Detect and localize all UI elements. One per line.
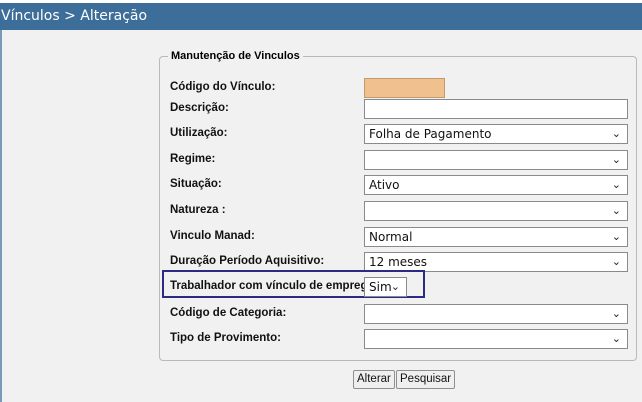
- label-descricao: Descrição:: [170, 102, 229, 114]
- vinculo-manad-select[interactable]: Normal ⌄: [364, 227, 628, 247]
- chevron-down-icon: ⌄: [611, 127, 621, 140]
- trabalhador-vinculo-select[interactable]: Sim ⌄: [364, 277, 407, 297]
- label-codigo-categoria: Código de Categoria:: [170, 307, 287, 319]
- natureza-select[interactable]: ⌄: [364, 201, 628, 221]
- row-tipo-provimento: Tipo de Provimento: ⌄: [0, 329, 642, 351]
- label-utilizacao: Utilização:: [170, 127, 228, 139]
- label-trabalhador-vinculo: Trabalhador com vínculo de emprego:: [170, 280, 379, 292]
- chevron-down-icon: ⌄: [611, 230, 621, 243]
- label-vinculo-manad: Vinculo Manad:: [170, 230, 255, 242]
- form-legend: Manutenção de Vinculos: [171, 50, 300, 62]
- row-trabalhador-vinculo: Trabalhador com vínculo de emprego: Sim ⌄: [0, 277, 642, 299]
- chevron-down-icon: ⌄: [611, 332, 621, 345]
- row-situacao: Situação: Ativo ⌄: [0, 175, 642, 197]
- row-regime: Regime: ⌄: [0, 150, 642, 172]
- title-bar: Vínculos > Alteração: [0, 0, 642, 30]
- regime-select[interactable]: ⌄: [364, 150, 628, 170]
- pesquisar-button[interactable]: Pesquisar: [396, 370, 456, 389]
- chevron-down-icon: ⌄: [611, 204, 621, 217]
- chevron-down-icon: ⌄: [390, 280, 400, 293]
- label-tipo-provimento: Tipo de Provimento:: [170, 332, 281, 344]
- chevron-down-icon: ⌄: [611, 255, 621, 268]
- row-natureza: Natureza : ⌄: [0, 201, 642, 223]
- row-utilizacao: Utilização: Folha de Pagamento ⌄: [0, 124, 642, 146]
- row-codigo-vinculo: Código do Vínculo:: [0, 78, 642, 100]
- label-duracao-periodo: Duração Período Aquisitivo:: [170, 255, 325, 267]
- duracao-periodo-select[interactable]: 12 meses ⌄: [364, 252, 628, 272]
- label-natureza: Natureza :: [170, 204, 226, 216]
- label-regime: Regime:: [170, 153, 216, 165]
- row-codigo-categoria: Código de Categoria: ⌄: [0, 304, 642, 326]
- codigo-vinculo-field: [364, 78, 445, 98]
- chevron-down-icon: ⌄: [611, 178, 621, 191]
- tipo-provimento-select[interactable]: ⌄: [364, 329, 628, 349]
- page-title: Vínculos > Alteração: [1, 8, 148, 24]
- label-codigo-vinculo: Código do Vínculo:: [170, 81, 276, 93]
- chevron-down-icon: ⌄: [611, 153, 621, 166]
- row-vinculo-manad: Vinculo Manad: Normal ⌄: [0, 227, 642, 249]
- alterar-button[interactable]: Alterar: [353, 370, 395, 389]
- situacao-select[interactable]: Ativo ⌄: [364, 175, 628, 195]
- descricao-input[interactable]: [364, 99, 628, 119]
- codigo-categoria-select[interactable]: ⌄: [364, 304, 628, 324]
- row-descricao: Descrição:: [0, 99, 642, 121]
- chevron-down-icon: ⌄: [611, 307, 621, 320]
- label-situacao: Situação:: [170, 178, 222, 190]
- utilizacao-select[interactable]: Folha de Pagamento ⌄: [364, 124, 628, 144]
